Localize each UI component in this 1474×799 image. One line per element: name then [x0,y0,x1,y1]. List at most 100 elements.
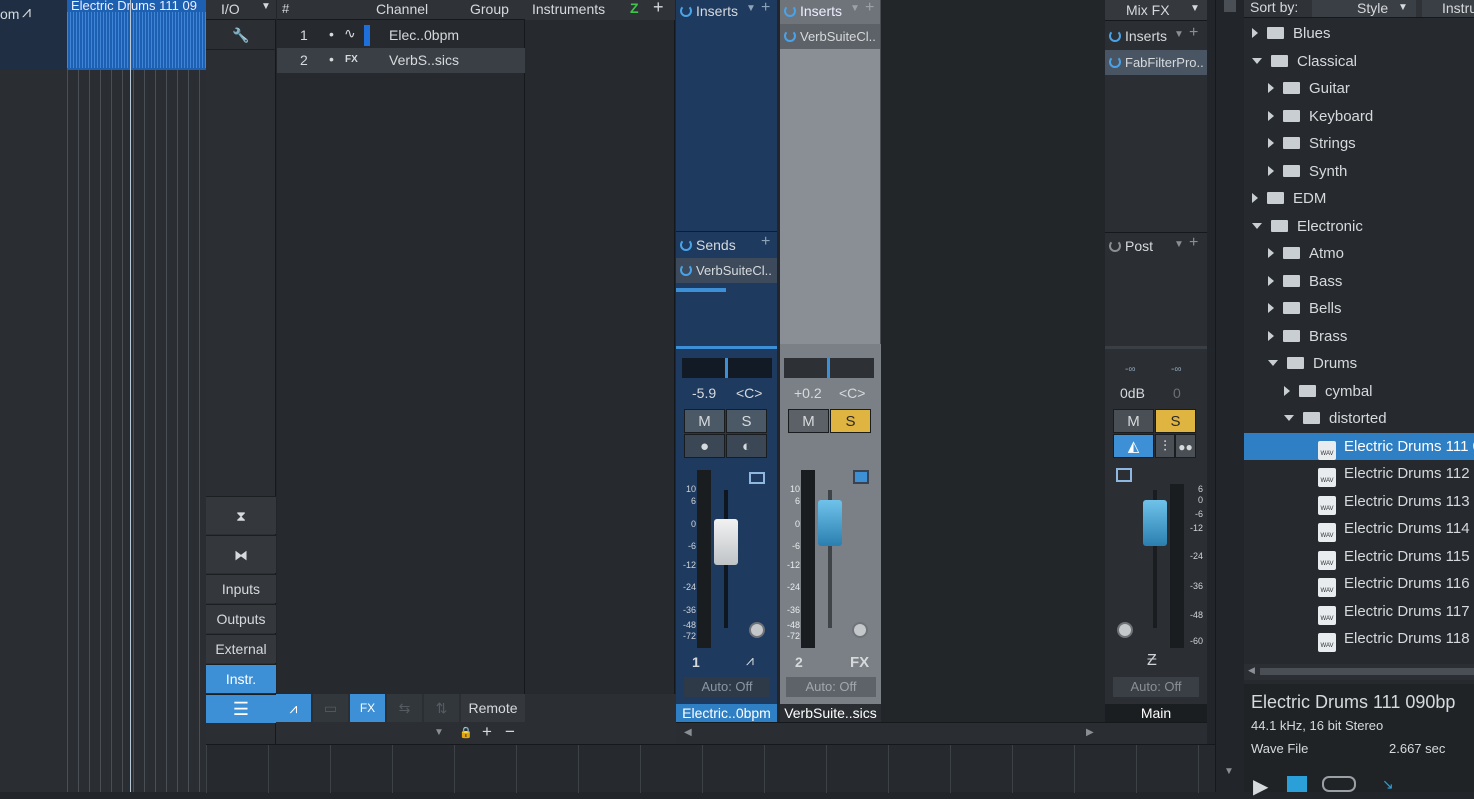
collapse-vertical-icon[interactable]: ⧗ [206,496,276,534]
inputs-button[interactable]: Inputs [206,574,276,603]
channel-mode-icon[interactable] [1116,468,1132,482]
mute-button[interactable]: M [788,409,829,433]
chevron-down-icon[interactable]: ▼ [1174,29,1184,40]
automation-button[interactable]: Auto: Off [684,677,770,697]
pan-readout[interactable]: <C> [736,385,762,401]
browser-folder-item[interactable]: Strings [1244,130,1474,157]
browser-folder-item[interactable]: distorted [1244,405,1474,432]
track-header[interactable]: om ⩘ [0,0,67,70]
pan-knob[interactable] [852,622,868,638]
send-level-bar[interactable] [676,288,726,292]
add-insert-button[interactable]: + [865,0,874,17]
expand-closed-icon[interactable] [1252,28,1258,38]
add-instrument-button[interactable]: + [653,0,664,18]
fx-filter-button[interactable]: FX [350,694,385,722]
browser-file-item[interactable]: WAV Electric Drums 113 0 [1244,488,1474,515]
visibility-dot-icon[interactable]: • [329,26,334,42]
power-icon[interactable] [680,5,692,17]
strip-name[interactable]: Electric..0bpm [676,704,777,722]
browser-file-item[interactable]: WAV Electric Drums 112 0 [1244,460,1474,487]
arrangement-area[interactable]: om ⩘ Electric Drums 111 09 [0,0,206,792]
audio-clip[interactable]: Electric Drums 111 09 [67,0,206,70]
chevron-down-icon[interactable]: ▼ [1190,3,1200,14]
solo-button[interactable]: S [1155,409,1196,433]
browser-folder-item[interactable]: Bass [1244,268,1474,295]
browser-tab[interactable]: Instru [1422,0,1474,17]
record-arm-icon[interactable]: ● [684,434,725,458]
channel-row[interactable]: 2 • FX VerbS..sics [277,48,525,73]
send-item[interactable]: VerbSuiteCl.. [676,258,777,283]
automation-button[interactable]: Auto: Off [1113,677,1199,697]
insert-item[interactable]: FabFilterPro.. [1105,50,1207,75]
automation-button[interactable]: Auto: Off [786,677,876,697]
bus-icon[interactable]: ⇆ [387,694,422,722]
power-icon[interactable] [1109,56,1121,68]
expand-closed-icon[interactable] [1268,83,1274,93]
mix-fx-header[interactable]: Mix FX ▼ [1105,0,1207,21]
browser-folder-item[interactable]: EDM [1244,185,1474,212]
browser-file-item[interactable]: WAV Electric Drums 118 0 [1244,625,1474,652]
chevron-down-icon[interactable]: ▼ [1398,2,1408,13]
channel-mode-icon[interactable] [853,470,869,484]
browser-hscroll[interactable]: ◀ [1244,664,1474,680]
scroll-right-icon[interactable]: ▶ [1086,727,1094,738]
solo-button[interactable]: S [830,409,871,433]
power-icon[interactable] [1109,240,1121,252]
expand-closed-icon[interactable] [1268,275,1274,286]
tempo-icon[interactable]: ↘ [1382,776,1394,793]
external-button[interactable]: External [206,634,276,663]
power-icon[interactable] [680,264,692,276]
sends-label[interactable]: Sends [680,237,736,253]
chevron-down-icon[interactable]: ▼ [746,3,756,14]
timeline-ruler[interactable] [206,744,1215,793]
expand-closed-icon[interactable] [1268,110,1274,121]
scroll-thumb[interactable] [1260,668,1474,675]
mute-button[interactable]: M [1113,409,1154,433]
expand-open-icon[interactable] [1252,222,1262,229]
add-insert-button[interactable]: + [1189,24,1198,42]
outputs-button[interactable]: Outputs [206,604,276,633]
dim-icon[interactable]: ◭ [1113,434,1154,458]
inserts-label[interactable]: Inserts [680,3,738,19]
browser-folder-item[interactable]: Brass [1244,323,1474,350]
chevron-down-icon[interactable]: ▼ [434,727,444,738]
power-icon[interactable] [784,5,796,17]
wrench-icon[interactable]: 🔧 [206,20,276,50]
main-level-readout[interactable]: 0dB [1120,385,1145,401]
chevron-down-icon[interactable]: ▼ [1174,239,1184,250]
main-level-readout-2[interactable]: 0 [1173,385,1181,401]
expand-open-icon[interactable] [1268,360,1278,366]
pan-slider[interactable] [784,358,874,378]
browser-folder-item[interactable]: Electronic [1244,213,1474,240]
power-icon[interactable] [680,239,692,251]
browser-folder-item[interactable]: Drums [1244,350,1474,377]
vertical-scrollbar[interactable]: ▼ [1215,0,1244,792]
expand-closed-icon[interactable] [1268,138,1274,148]
post-label[interactable]: Post [1109,238,1153,254]
scroll-down-icon[interactable]: ▼ [1224,766,1234,777]
browser-folder-item[interactable]: Synth [1244,158,1474,185]
add-post-button[interactable]: + [1189,234,1198,252]
expand-closed-icon[interactable] [1268,248,1274,258]
instr-button[interactable]: Instr. [206,664,276,693]
channel-row[interactable]: 1 • ∿ Elec..0bpm [277,23,525,48]
lock-icon[interactable]: 🔒 [459,726,473,739]
inserts-label[interactable]: Inserts [784,3,842,19]
power-icon[interactable] [784,30,796,42]
power-icon[interactable] [1109,30,1121,42]
instrument-icon[interactable]: ▭ [313,694,348,722]
scroll-thumb[interactable] [1224,0,1236,12]
preview-icon[interactable] [1322,776,1356,792]
monitor-icon[interactable]: ◐ [726,434,767,458]
expand-closed-icon[interactable] [1252,193,1258,203]
list-view-icon[interactable]: ☰ [206,694,276,723]
pan-knob[interactable] [1117,622,1133,638]
volume-fader[interactable] [714,519,738,565]
strip-name[interactable]: VerbSuite..sics [780,704,881,722]
scroll-left-icon[interactable]: ◀ [684,727,692,738]
expand-open-icon[interactable] [1284,415,1294,421]
collapse-horizontal-icon[interactable]: ⧓ [206,535,276,573]
insert-item[interactable]: VerbSuiteCl.. [780,24,880,49]
expand-open-icon[interactable] [1252,57,1262,64]
expand-closed-icon[interactable] [1268,165,1274,176]
